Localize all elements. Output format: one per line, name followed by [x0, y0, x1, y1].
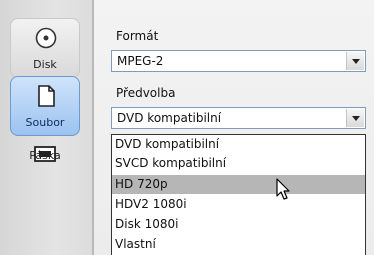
preset-option[interactable]: Vlastní: [112, 235, 365, 254]
preset-dropdown-button[interactable]: [346, 109, 364, 127]
disc-icon: [35, 27, 57, 49]
tab-file-label: Soubor: [25, 116, 65, 129]
preset-option[interactable]: HDV2 1080i: [112, 195, 365, 214]
tab-tape[interactable]: Páska: [10, 138, 80, 198]
export-dialog: Disk Soubor Páska Formát MPEG-2 Předvolb…: [0, 0, 374, 255]
preset-option-highlighted[interactable]: HD 720p: [112, 175, 365, 194]
preset-dropdown-list: DVD kompatibilní SVCD kompatibilní HD 72…: [111, 134, 366, 255]
preset-value: DVD kompatibilní: [117, 111, 222, 125]
tab-disk[interactable]: Disk: [10, 18, 80, 78]
preset-option[interactable]: SVCD kompatibilní: [112, 154, 365, 173]
tab-file[interactable]: Soubor: [10, 76, 80, 136]
file-icon: [38, 85, 55, 107]
preset-option[interactable]: DVD kompatibilní: [112, 135, 365, 154]
format-dropdown-button[interactable]: [346, 52, 364, 70]
preset-select[interactable]: DVD kompatibilní: [111, 107, 366, 129]
format-select[interactable]: MPEG-2: [111, 50, 366, 72]
tab-disk-label: Disk: [33, 58, 57, 71]
preset-option[interactable]: Disk 1080i: [112, 215, 365, 234]
preset-label: Předvolba: [116, 86, 176, 100]
mouse-pointer-icon: [276, 178, 290, 200]
format-value: MPEG-2: [117, 54, 164, 68]
format-label: Formát: [116, 29, 159, 43]
tab-tape-label: Páska: [29, 149, 61, 162]
